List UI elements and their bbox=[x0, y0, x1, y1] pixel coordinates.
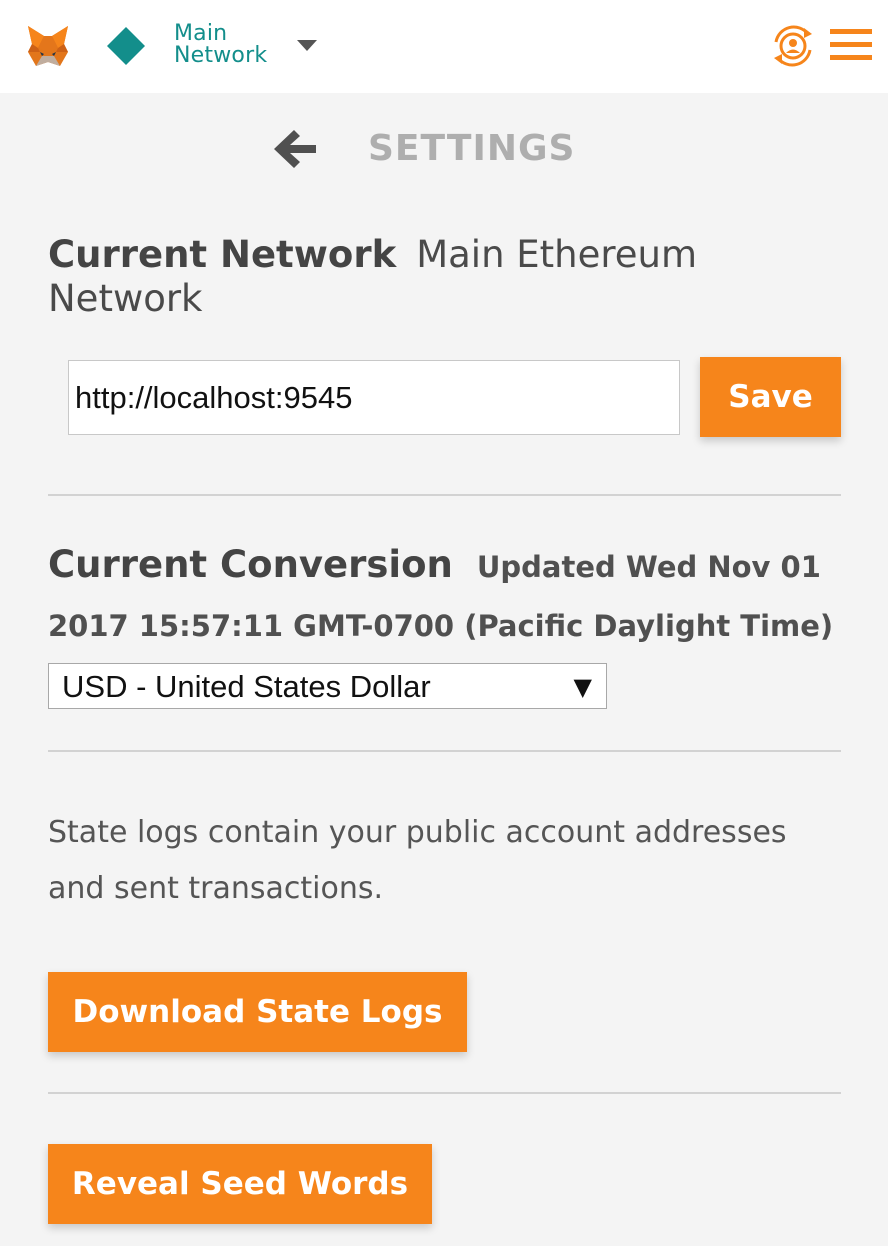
metamask-fox-logo[interactable] bbox=[24, 22, 72, 70]
save-button[interactable]: Save bbox=[700, 357, 841, 437]
hamburger-menu-icon[interactable] bbox=[830, 27, 872, 63]
account-switch-icon[interactable] bbox=[768, 22, 818, 70]
network-name-line2: Network bbox=[174, 43, 268, 68]
divider bbox=[48, 1092, 841, 1094]
arrow-left-icon[interactable] bbox=[272, 126, 318, 172]
download-state-logs-button[interactable]: Download State Logs bbox=[48, 972, 467, 1052]
rpc-url-input[interactable] bbox=[68, 360, 680, 435]
network-selector-label[interactable]: Main Network bbox=[174, 23, 267, 67]
divider bbox=[48, 494, 841, 496]
divider bbox=[48, 750, 841, 752]
app-header: Main Network bbox=[0, 0, 888, 93]
currency-selected-value: USD - United States Dollar bbox=[62, 669, 431, 704]
currency-select[interactable]: USD - United States Dollar ▼ bbox=[48, 663, 607, 709]
current-conversion-label: Current Conversion bbox=[48, 543, 453, 586]
conversion-updated-line1: Updated Wed Nov 01 bbox=[476, 550, 821, 584]
network-diamond-icon[interactable] bbox=[106, 26, 146, 66]
state-logs-description: State logs contain your public account a… bbox=[48, 815, 787, 906]
caret-down-icon[interactable] bbox=[296, 38, 318, 52]
current-conversion-section: Current Conversion Updated Wed Nov 01 bbox=[48, 543, 848, 589]
current-network-section: Current Network Main Ethereum Network bbox=[48, 233, 808, 321]
reveal-seed-words-button[interactable]: Reveal Seed Words bbox=[48, 1144, 432, 1224]
conversion-updated-line2: 2017 15:57:11 GMT-0700 (Pacific Daylight… bbox=[48, 609, 834, 643]
dropdown-arrow-icon: ▼ bbox=[573, 673, 592, 701]
network-name-line1: Main bbox=[174, 21, 228, 46]
current-network-label: Current Network bbox=[48, 233, 397, 276]
page-title: SETTINGS bbox=[368, 128, 576, 169]
